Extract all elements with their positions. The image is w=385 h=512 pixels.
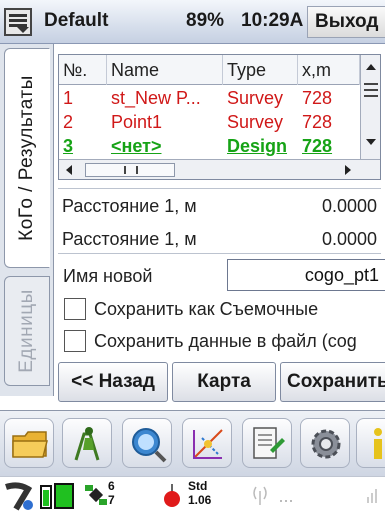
survey-button[interactable] <box>62 418 112 468</box>
cell-name: <нет> <box>111 136 162 156</box>
distance-value: 0.0000 <box>321 196 377 216</box>
tab-units-label: Единицы <box>16 289 37 373</box>
map-button[interactable]: Карта <box>172 362 276 402</box>
settings-icon <box>311 429 341 459</box>
action-buttons: << Назад Карта Сохранить <box>54 362 385 404</box>
save-as-survey-checkbox[interactable]: Сохранить как Съемочные <box>64 298 384 324</box>
battery-icon <box>40 483 74 509</box>
distance-row: Расстояние 1, м 0.0000 <box>58 189 381 222</box>
horizontal-scroll-thumb[interactable] <box>85 163 175 177</box>
side-tabs: КоГо / Результаты Единицы <box>0 44 54 396</box>
clock: 10:29A <box>241 10 304 31</box>
scroll-up-icon[interactable] <box>366 64 376 70</box>
scroll-thumb[interactable] <box>364 83 378 97</box>
cogo-icon <box>193 429 223 459</box>
solution-status[interactable]: Std 1.06 <box>160 480 230 510</box>
checkbox-box[interactable] <box>64 330 86 352</box>
gps-receiver-icon <box>5 482 33 511</box>
table-row[interactable]: 1 st_New P... Survey 728 <box>59 86 360 110</box>
cell-type: Survey <box>227 112 284 132</box>
cell-x: 728 <box>302 88 333 108</box>
tab-units[interactable]: Единицы <box>4 276 50 386</box>
column-header-name[interactable]: Name <box>107 55 223 85</box>
table-row[interactable]: 2 Point1 Survey 728 <box>59 110 360 134</box>
profile-name: Default <box>44 10 109 31</box>
icon-toolbar <box>0 410 385 476</box>
info-button[interactable] <box>356 418 385 468</box>
save-to-file-label: Сохранить данные в файл (cog <box>94 331 357 351</box>
points-table: №. Name Type x,m 1 st_New P... Survey 72… <box>58 54 381 180</box>
folder-button[interactable] <box>4 418 54 468</box>
cogo-button[interactable] <box>182 418 232 468</box>
save-to-file-checkbox[interactable]: Сохранить данные в файл (cog <box>64 330 385 356</box>
satellite-icon <box>85 485 107 505</box>
table-row[interactable]: 3 <нет> Design 728 <box>59 134 360 158</box>
satellite-count-top: 6 <box>108 479 115 493</box>
scroll-down-icon[interactable] <box>366 139 376 145</box>
vertical-scrollbar[interactable] <box>360 55 380 159</box>
cell-number: 2 <box>63 112 74 132</box>
status-bar: 6 7 Std 1.06 <box>0 476 385 512</box>
distance-label: Расстояние 1, м <box>62 196 197 216</box>
battery-status[interactable] <box>40 480 76 512</box>
tab-cogo-results[interactable]: КоГо / Результаты <box>4 48 50 268</box>
satellite-count-bottom: 7 <box>108 493 115 507</box>
cell-name: st_New P... <box>111 88 201 108</box>
mode-value: 1.06 <box>188 493 212 507</box>
scroll-left-icon[interactable] <box>66 165 72 175</box>
new-name-input[interactable] <box>227 259 385 291</box>
save-as-survey-label: Сохранить как Съемочные <box>94 299 319 319</box>
folder-icon <box>12 431 48 458</box>
cell-name: Point1 <box>111 112 163 132</box>
notes-button[interactable] <box>242 418 292 468</box>
distance-label: Расстояние 1, м <box>62 229 197 249</box>
scroll-right-icon[interactable] <box>345 165 351 175</box>
cell-x: 728 <box>302 136 333 156</box>
cell-x: 728 <box>302 112 333 132</box>
cell-number: 3 <box>63 136 74 156</box>
cell-type: Design <box>227 136 288 156</box>
distance-row: Расстояние 1, м 0.0000 <box>58 222 381 255</box>
column-header-type[interactable]: Type <box>223 55 298 85</box>
data-link-status <box>366 483 384 512</box>
radio-link-status[interactable] <box>250 481 310 512</box>
distance-block: Расстояние 1, м 0.0000 Расстояние 1, м 0… <box>58 188 381 254</box>
tab-cogo-results-label: КоГо / Результаты <box>16 75 37 241</box>
search-icon <box>132 428 167 463</box>
menu-icon[interactable] <box>4 8 32 36</box>
radio-icon <box>164 484 180 507</box>
back-button[interactable]: << Назад <box>58 362 168 402</box>
title-bar: Default 89% 10:29A Выход <box>0 0 385 44</box>
checkbox-box[interactable] <box>64 298 86 320</box>
data-link-icon <box>367 489 377 503</box>
exit-button[interactable]: Выход <box>307 6 385 38</box>
cell-type: Survey <box>227 88 284 108</box>
distance-value: 0.0000 <box>321 229 377 249</box>
surveyor-icon <box>74 427 100 461</box>
horizontal-scrollbar[interactable] <box>59 159 380 179</box>
save-button[interactable]: Сохранить <box>280 362 385 402</box>
column-header-number[interactable]: №. <box>59 55 107 85</box>
search-button[interactable] <box>122 418 172 468</box>
info-icon <box>374 428 382 459</box>
new-name-label: Имя новой <box>63 266 153 286</box>
cell-number: 1 <box>63 88 74 108</box>
notes-icon <box>253 427 285 459</box>
settings-button[interactable] <box>300 418 350 468</box>
battery-level: 89% <box>186 10 225 31</box>
gps-receiver-status[interactable] <box>4 479 36 512</box>
mode-label: Std <box>188 479 208 493</box>
column-header-x[interactable]: x,m <box>298 55 360 85</box>
satellite-status[interactable]: 6 7 <box>84 480 124 510</box>
table-header: №. Name Type x,m <box>59 55 360 85</box>
signal-icon <box>253 486 292 505</box>
